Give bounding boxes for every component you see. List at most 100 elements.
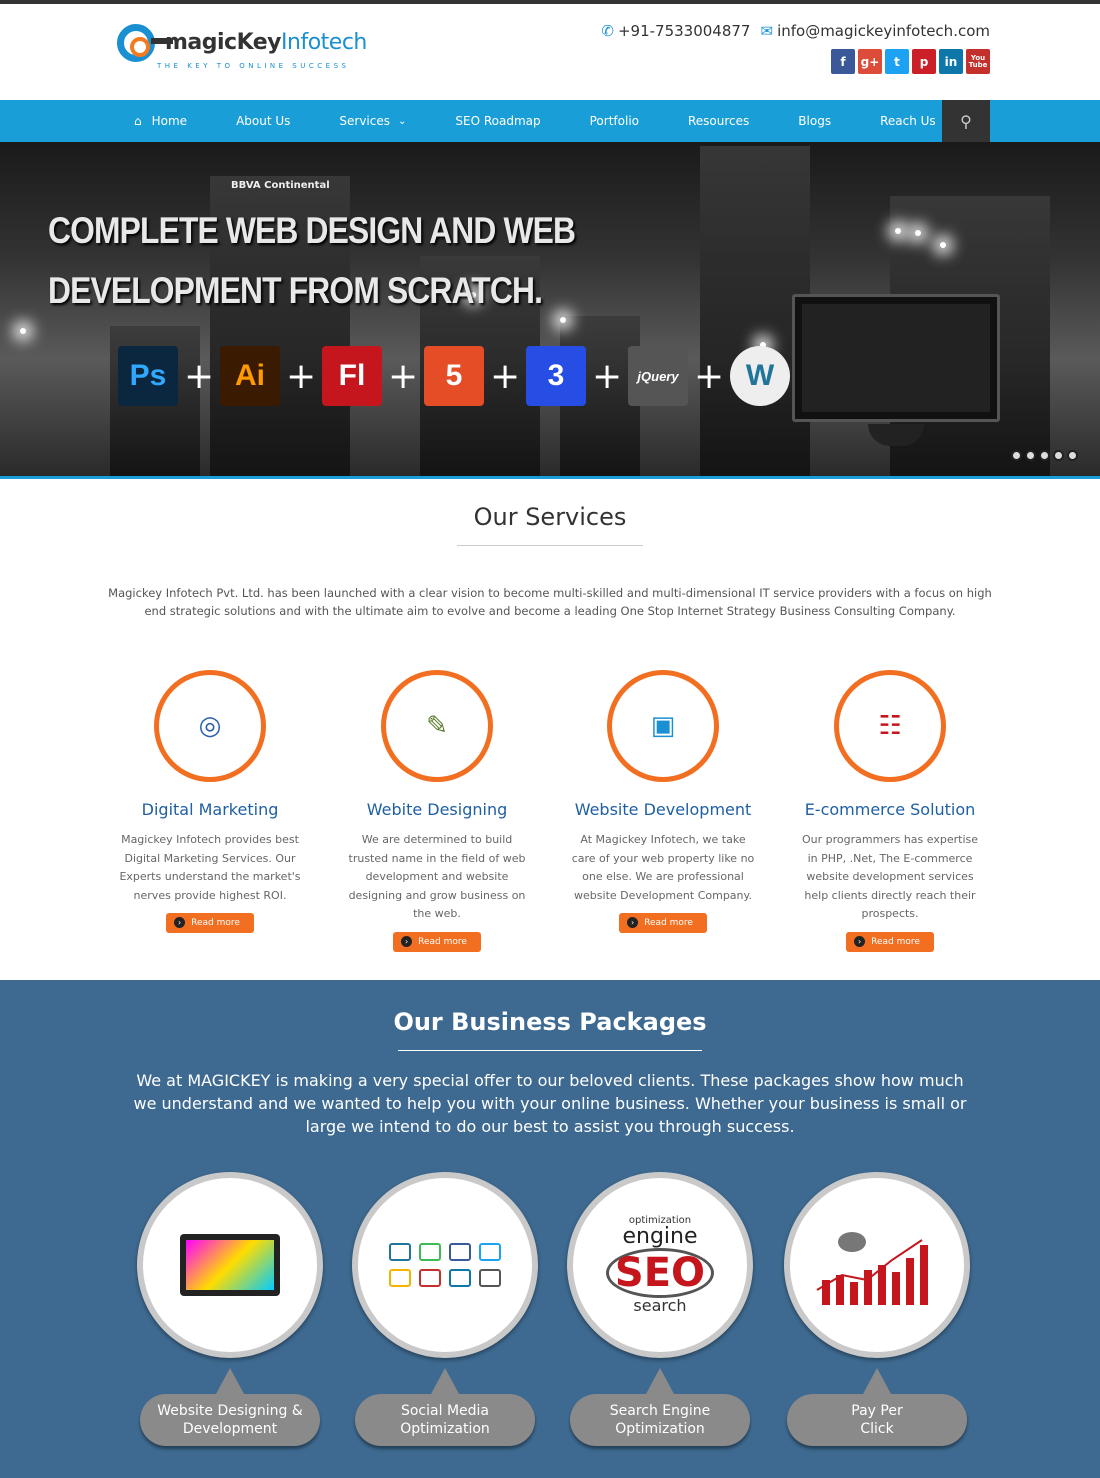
service-icon-ring: ◎ [154,670,266,782]
read-more-button[interactable]: › Read more [166,913,254,933]
slider-dot[interactable] [1025,450,1036,461]
plus-icon: + [388,355,419,397]
read-more-button[interactable]: › Read more [846,931,934,952]
hero-sign: BBVA Continental [231,180,330,191]
youtube-icon[interactable]: You Tube [966,49,990,74]
email-contact[interactable]: ✉ info@magickeyinfotech.com [760,22,990,40]
nav-item-reach-us[interactable]: Reach Us [880,114,936,128]
slider-dot[interactable] [1011,450,1022,461]
service-icon-ring: ✎ [381,670,493,782]
nav-item-about-us[interactable]: About Us [236,114,290,128]
package-label[interactable]: Pay Per Click [787,1394,967,1446]
read-more-button[interactable]: › Read more [393,931,481,952]
nav-item-blogs[interactable]: Blogs [798,114,831,128]
service-text: Magickey Infotech provides best Digital … [119,833,301,902]
nav-item-seo-roadmap[interactable]: SEO Roadmap [455,114,540,128]
arrow-icon: › [174,917,186,928]
phone-icon: ✆ [601,22,614,40]
brand-logo[interactable]: magicKeyInfotech THE KEY TO ONLINE SUCCE… [117,22,367,78]
site-header: magicKeyInfotech THE KEY TO ONLINE SUCCE… [0,4,1100,100]
plus-icon: + [694,355,725,397]
globe-gear-icon: ◎ [198,711,222,741]
tool-icon-1: Ai [220,346,280,406]
google-plus-icon[interactable]: g+ [858,49,882,74]
plus-icon: + [592,355,623,397]
twitter-icon[interactable]: t [885,49,909,74]
packages-intro: We at MAGICKEY is making a very special … [133,1071,967,1136]
arrow-icon: › [401,935,413,947]
service-text: We are determined to build trusted name … [348,833,526,920]
nav-item-resources[interactable]: Resources [688,114,749,128]
services-intro: Magickey Infotech Pvt. Ltd. has been lau… [108,586,992,618]
read-more-button[interactable]: › Read more [619,913,707,933]
tool-icon-5: jQuery [628,346,688,406]
tool-icon-4: 3 [526,346,586,406]
tool-icon-2: Fl [322,346,382,406]
chevron-down-icon: ⌄ [398,115,407,127]
hero-headline-2: DEVELOPMENT FROM SCRATCH. [48,270,543,311]
nav-item-portfolio[interactable]: Portfolio [590,114,639,128]
package-label[interactable]: Website Designing & Development [140,1394,320,1446]
package-image-ring [352,1172,538,1358]
slider-dots [1011,450,1078,461]
paint-brushes-icon: ✎ [426,711,448,741]
package-card[interactable]: Website Designing & Development [135,1172,325,1446]
key-icon [117,24,155,62]
monitor-globe-icon: ▣ [650,711,676,741]
hero-slider: BBVA Continental COMPLETE WEB DESIGN AND… [0,142,1100,476]
pinterest-icon[interactable]: p [912,49,936,74]
slider-dot[interactable] [1067,450,1078,461]
service-text: At Magickey Infotech, we take care of yo… [571,833,755,902]
mouse-chart-icon [790,1178,964,1352]
seo-magnifier-icon: optimization engine SEO search [573,1178,747,1352]
service-icon-ring: ▣ [607,670,719,782]
main-nav: ⌂ Home About Us Services ⌄ SEO Roadmap Portfol… [0,100,1100,142]
package-image-ring [137,1172,323,1358]
brand-tagline: THE KEY TO ONLINE SUCCESS [157,62,350,70]
brand-name: magicKeyInfotech [165,30,367,55]
tool-icon-3: 5 [424,346,484,406]
package-card[interactable]: Pay Per Click [782,1172,972,1446]
package-image-ring [784,1172,970,1358]
tool-icon-6: W [730,346,790,406]
service-title[interactable]: E-commerce Solution [790,800,990,819]
service-card: ◎ Digital Marketing Magickey Infotech prov… [110,670,310,933]
package-label[interactable]: Search Engine Optimization [570,1394,750,1446]
service-title[interactable]: Website Development [563,800,763,819]
services-grid: ◎ Digital Marketing Magickey Infotech prov… [0,670,1100,990]
service-card: ☷ E-commerce Solution Our programmers has … [790,670,990,952]
slider-dot[interactable] [1039,450,1050,461]
service-card: ✎ Webite Designing We are determined to bu… [337,670,537,952]
service-title[interactable]: Webite Designing [337,800,537,819]
plus-icon: + [286,355,317,397]
arrow-icon: › [854,935,866,947]
search-icon[interactable]: ⚲ [942,100,990,142]
nav-item-services[interactable]: Services ⌄ [339,114,406,128]
social-network-icon [358,1178,532,1352]
arrow-icon: › [627,917,639,928]
home-icon: ⌂ [134,114,142,128]
envelope-icon: ✉ [760,22,774,40]
slider-dot[interactable] [1053,450,1064,461]
hero-headline-1: COMPLETE WEB DESIGN AND WEB [48,210,576,251]
plus-icon: + [184,355,215,397]
facebook-icon[interactable]: f [831,49,855,74]
phone-contact[interactable]: ✆ +91-7533004877 [601,22,750,40]
package-image-ring: optimization engine SEO search [567,1172,753,1358]
social-links: f g+ t p in You Tube [831,49,990,74]
packages-section: Our Business Packages We at MAGICKEY is … [0,980,1100,1478]
tool-icon-0: Ps [118,346,178,406]
monitor-image [792,294,1000,422]
package-card[interactable]: Social Media Optimization [350,1172,540,1446]
contact-info: ✆ +91-7533004877 ✉ info@magickeyinfotech.c… [601,22,990,40]
devices-palette-icon [143,1178,317,1352]
linkedin-icon[interactable]: in [939,49,963,74]
nav-item-home[interactable]: ⌂ Home [134,114,187,128]
service-title[interactable]: Digital Marketing [110,800,310,819]
service-icon-ring: ☷ [834,670,946,782]
service-text: Our programmers has expertise in PHP, .N… [802,833,978,920]
package-label[interactable]: Social Media Optimization [355,1394,535,1446]
plus-icon: + [490,355,521,397]
packages-title: Our Business Packages [393,1008,707,1036]
package-card[interactable]: optimization engine SEO search Search Engine… [565,1172,755,1446]
